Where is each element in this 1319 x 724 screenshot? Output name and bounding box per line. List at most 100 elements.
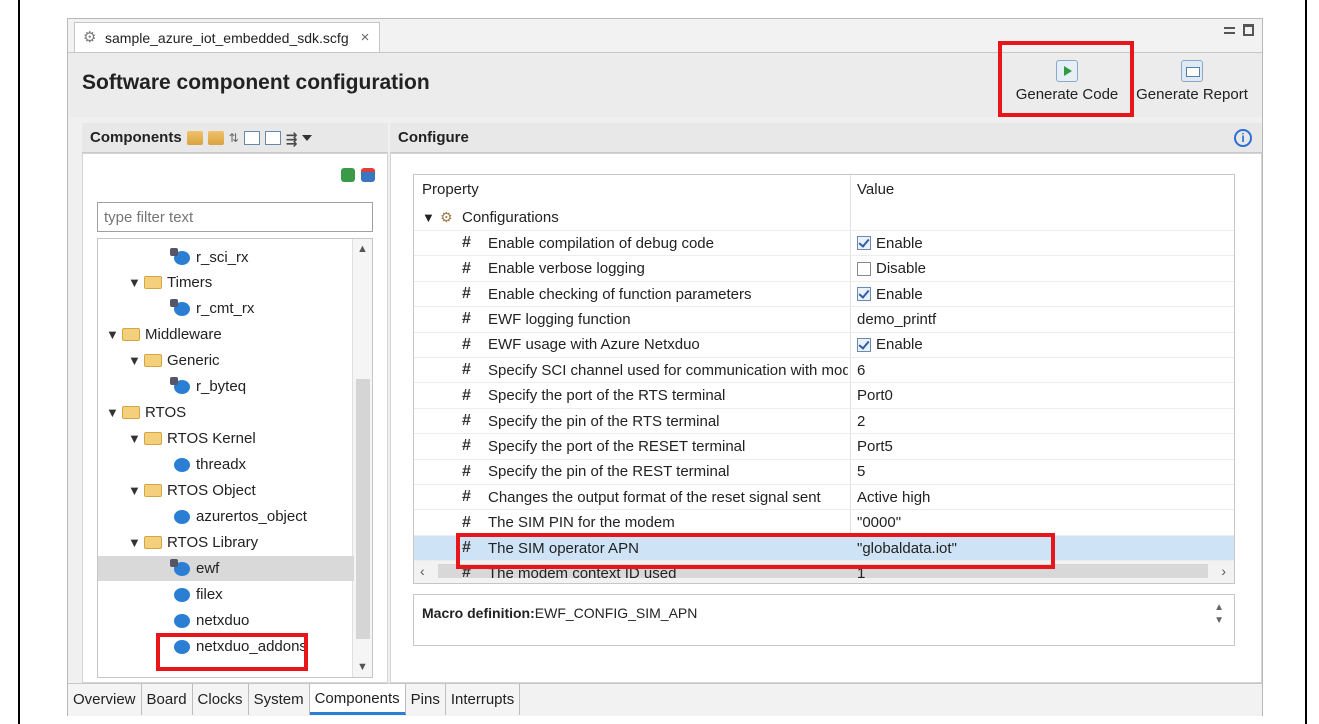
property-value-text: 2 <box>857 412 866 430</box>
chevron-down-icon[interactable]: ▼ <box>422 210 435 225</box>
tree-item[interactable]: ▼ RTOS Kernel <box>128 426 256 451</box>
file-tab[interactable]: ⚙ sample_azure_iot_embedded_sdk.scfg × <box>74 22 381 52</box>
property-value[interactable]: Enable <box>857 336 923 353</box>
property-row[interactable]: # Specify the port of the RTS terminal Por… <box>414 382 1234 408</box>
tree-item[interactable]: ▼ RTOS Library <box>128 530 258 555</box>
view-menu-icon[interactable] <box>302 134 313 141</box>
property-row[interactable]: # Changes the output format of the reset … <box>414 484 1234 510</box>
remove-component-icon[interactable] <box>361 168 375 182</box>
chevron-down-icon[interactable]: ▼ <box>128 275 142 290</box>
bottom-tab[interactable]: Board <box>141 684 193 715</box>
minimize-icon[interactable] <box>1224 27 1235 34</box>
property-name: The SIM PIN for the modem <box>488 514 675 532</box>
filter-icon[interactable]: ⇶ <box>286 131 298 147</box>
value-checkbox[interactable] <box>857 261 871 276</box>
property-row[interactable]: # EWF logging function demo_printf <box>414 306 1234 332</box>
tree-item[interactable]: filex <box>98 582 354 607</box>
expand-all-icon[interactable] <box>264 130 281 145</box>
property-row[interactable]: # Enable checking of function parameters E… <box>414 280 1234 307</box>
configure-title: Configure <box>398 129 469 146</box>
tree-item[interactable]: r_sci_rx <box>98 245 354 270</box>
tree-item[interactable]: ▼ Timers <box>128 270 212 295</box>
property-value[interactable]: 5 <box>857 463 865 480</box>
expand-folder-icon[interactable] <box>207 130 224 145</box>
tree-item[interactable]: r_cmt_rx <box>98 296 354 321</box>
property-name: Changes the output format of the reset s… <box>488 488 821 506</box>
bottom-tab[interactable]: Pins <box>405 684 446 715</box>
tree-item[interactable]: ▼ RTOS Object <box>128 478 256 503</box>
module-icon <box>174 587 190 602</box>
close-icon[interactable]: × <box>361 29 370 46</box>
folder-icon <box>122 406 140 419</box>
folder-icon <box>144 536 162 549</box>
property-row[interactable]: # EWF usage with Azure Netxduo Enable <box>414 331 1234 358</box>
property-name: Enable compilation of debug code <box>488 234 714 252</box>
bottom-tab[interactable]: Interrupts <box>445 684 521 715</box>
tree-item-label: RTOS <box>145 404 187 421</box>
property-value[interactable]: Port0 <box>857 387 893 404</box>
tree-scroll-thumb[interactable] <box>356 379 370 639</box>
tree-item[interactable]: ▼ Middleware <box>106 322 222 347</box>
bottom-tab[interactable]: Overview <box>68 684 142 715</box>
bottom-tab[interactable]: System <box>248 684 310 715</box>
property-name: Enable verbose logging <box>488 260 645 278</box>
macro-hash-icon: # <box>462 412 471 430</box>
chevron-down-icon[interactable]: ▼ <box>106 327 120 342</box>
collapse-folder-icon[interactable] <box>186 130 203 145</box>
chevron-down-icon[interactable]: ▼ <box>106 405 120 420</box>
macro-hash-icon: # <box>462 361 471 379</box>
macro-hash-icon: # <box>462 488 471 506</box>
tree-item[interactable]: azurertos_object <box>98 504 354 529</box>
macro-scroll-icon[interactable]: ▲ ▼ <box>1214 601 1224 627</box>
sort-alpha-icon[interactable]: ⇅ <box>229 131 239 145</box>
collapse-all-icon[interactable] <box>243 130 260 145</box>
tree-item[interactable]: threadx <box>98 452 354 477</box>
tree-item[interactable]: ▼ Generic <box>128 348 220 373</box>
property-value[interactable]: Enable <box>857 286 923 303</box>
property-row[interactable]: # Specify the pin of the REST terminal 5 <box>414 458 1234 485</box>
value-checkbox[interactable] <box>857 236 871 251</box>
bottom-tab[interactable]: Clocks <box>192 684 249 715</box>
chevron-down-icon[interactable]: ▼ <box>128 431 142 446</box>
value-checkbox[interactable] <box>857 287 871 302</box>
property-row[interactable]: # The SIM PIN for the modem "0000" <box>414 509 1234 535</box>
macro-hash-icon: # <box>462 386 471 404</box>
property-row[interactable]: # Specify the port of the RESET terminal P… <box>414 433 1234 459</box>
property-value[interactable]: 2 <box>857 413 865 430</box>
property-value-text: Enable <box>876 234 923 252</box>
property-value[interactable]: Port5 <box>857 438 893 455</box>
chevron-down-icon[interactable]: ▼ <box>128 353 142 368</box>
tree-scrollbar[interactable]: ▲ ▼ <box>352 239 372 677</box>
property-value[interactable]: demo_printf <box>857 311 936 328</box>
property-value[interactable]: Enable <box>857 235 923 252</box>
tree-item[interactable]: netxduo <box>98 608 354 633</box>
property-value[interactable]: Active high <box>857 489 930 506</box>
property-value-text: Port5 <box>857 437 893 455</box>
property-row[interactable]: # Enable verbose logging Disable <box>414 255 1234 281</box>
bottom-tab[interactable]: Components <box>309 684 406 715</box>
property-value[interactable]: Disable <box>857 260 926 277</box>
tree-item[interactable]: r_byteq <box>98 374 354 399</box>
page-title: Software component configuration <box>82 71 430 94</box>
add-component-icon[interactable] <box>341 168 355 182</box>
property-row[interactable]: # Specify SCI channel used for communicat… <box>414 357 1234 383</box>
property-row[interactable]: # Enable compilation of debug code Enable <box>414 230 1234 256</box>
folder-icon <box>144 354 162 367</box>
tree-item[interactable]: ▼ RTOS <box>106 400 186 425</box>
chevron-down-icon[interactable]: ▼ <box>128 535 142 550</box>
component-filter-input[interactable] <box>97 202 373 232</box>
property-value-text: Enable <box>876 285 923 303</box>
property-value[interactable]: "0000" <box>857 514 901 531</box>
property-value[interactable]: 6 <box>857 362 865 379</box>
info-icon[interactable]: i <box>1234 129 1252 147</box>
scroll-down-icon[interactable]: ▼ <box>357 661 368 673</box>
tree-item[interactable]: ewf <box>98 556 354 581</box>
property-row[interactable]: # Specify the pin of the RTS terminal 2 <box>414 407 1234 434</box>
maximize-icon[interactable] <box>1243 24 1254 36</box>
generate-report-button[interactable]: Generate Report <box>1132 57 1252 113</box>
configurations-group-row[interactable]: ▼ ⚙ Configurations <box>414 205 1234 230</box>
value-checkbox[interactable] <box>857 337 871 352</box>
chevron-down-icon[interactable]: ▼ <box>128 483 142 498</box>
scroll-up-icon[interactable]: ▲ <box>357 243 368 255</box>
macro-hash-icon: # <box>462 259 471 277</box>
